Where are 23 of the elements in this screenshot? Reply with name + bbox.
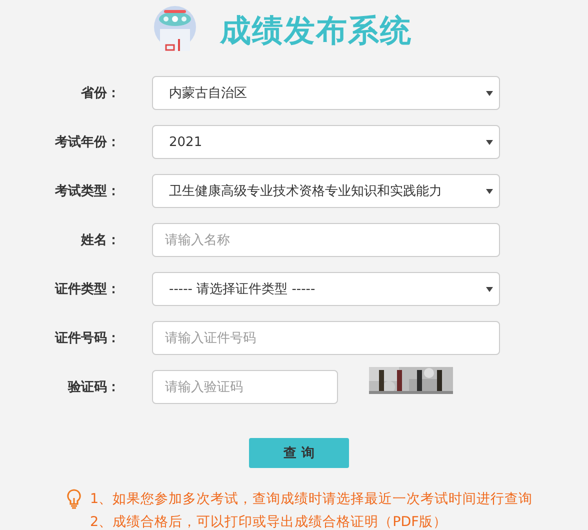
field-label: 姓名：: [80, 232, 120, 249]
select-field[interactable]: 2021: [152, 125, 500, 159]
select-field[interactable]: ----- 请选择证件类型 -----: [152, 272, 500, 306]
notice-text: 2、成绩合格后，可以打印或导出成绩合格证明（PDF版）: [90, 513, 448, 530]
field-label: 证件类型：: [54, 281, 120, 298]
field-label: 考试类型：: [54, 183, 120, 200]
caret-icon: [486, 286, 493, 292]
notice-text: 1、如果您参加多次考试，查询成绩时请选择最近一次考试时间进行查询: [90, 490, 533, 509]
caret-icon: [486, 140, 493, 144]
query-button[interactable]: 查 询: [249, 438, 349, 468]
input-field[interactable]: 请输入名称: [152, 223, 500, 257]
input-field[interactable]: 请输入证件号码: [152, 321, 500, 355]
field-label: 证件号码：: [54, 330, 120, 347]
page-title: 成绩发布系统: [220, 12, 412, 51]
input-field[interactable]: 请输入验证码: [152, 370, 338, 404]
select-field[interactable]: 内蒙古自治区: [152, 76, 500, 110]
caret-icon: [486, 90, 493, 96]
field-label: 验证码：: [66, 379, 120, 396]
field-label: 考试年份：: [54, 134, 120, 151]
select-field[interactable]: 卫生健康高级专业技术资格专业知识和实践能力: [152, 174, 500, 208]
field-label: 省份：: [80, 85, 120, 102]
caret-icon: [486, 188, 493, 194]
lightbulb-icon: [67, 489, 81, 509]
